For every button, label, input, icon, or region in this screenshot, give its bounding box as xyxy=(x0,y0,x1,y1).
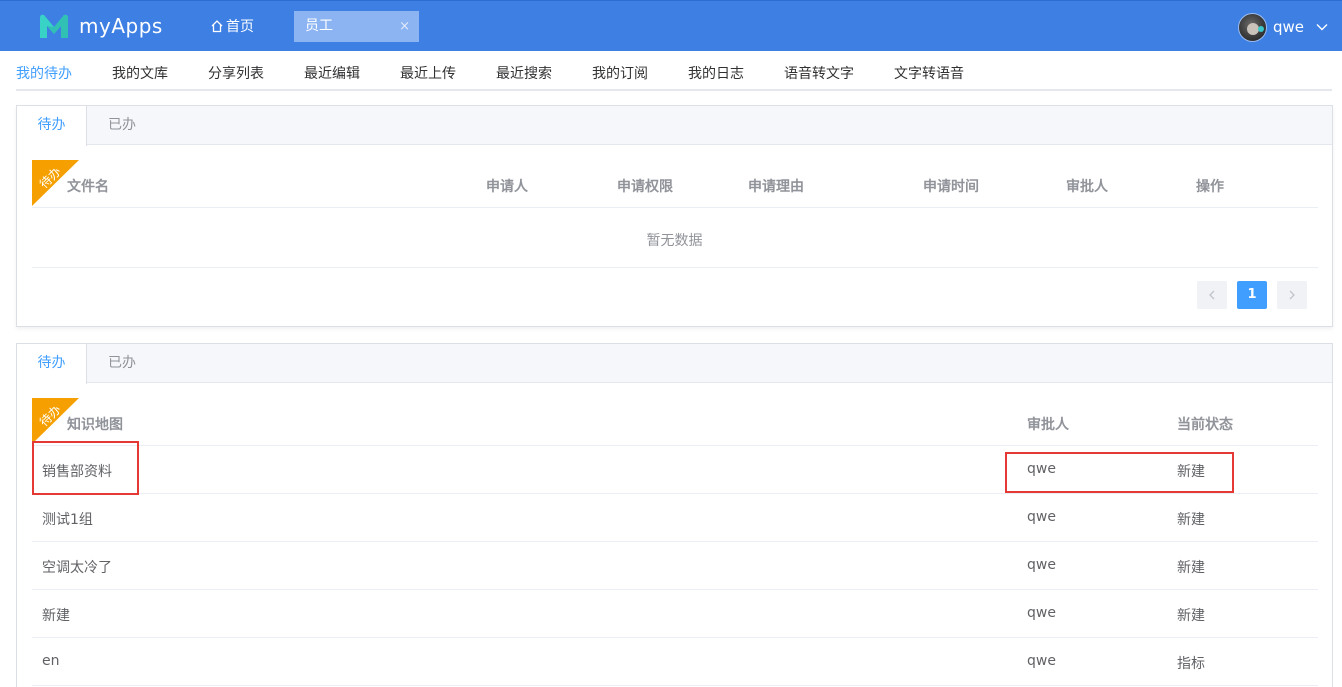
tab-done[interactable]: 已办 xyxy=(87,344,157,383)
next-page-button[interactable] xyxy=(1277,281,1307,309)
row-name[interactable]: 空调太冷了 xyxy=(42,557,112,577)
close-icon[interactable]: × xyxy=(399,11,410,42)
chevron-left-icon xyxy=(1209,290,1215,300)
open-tab-label: 员工 xyxy=(305,18,333,34)
username: qwe xyxy=(1272,18,1304,36)
col-request-time: 申请时间 xyxy=(923,179,979,195)
nav-item-my-subscriptions[interactable]: 我的订阅 xyxy=(592,63,648,83)
col-applicant: 申请人 xyxy=(486,179,528,195)
col-reason: 申请理由 xyxy=(748,179,804,195)
page-number-current[interactable]: 1 xyxy=(1237,281,1267,309)
row-approver: qwe xyxy=(1027,557,1056,573)
table-bottom-divider xyxy=(32,267,1318,268)
highlight-box-name xyxy=(32,441,139,495)
nav-item-speech-to-text[interactable]: 语音转文字 xyxy=(784,63,854,83)
col-file-name: 文件名 xyxy=(67,179,109,195)
nav-item-my-library[interactable]: 我的文库 xyxy=(112,63,168,83)
tab-done[interactable]: 已办 xyxy=(87,106,157,145)
row-approver: qwe xyxy=(1027,653,1056,669)
nav-item-my-todo[interactable]: 我的待办 xyxy=(16,63,72,83)
col-approver: 审批人 xyxy=(1066,179,1108,195)
nav-item-text-to-speech[interactable]: 文字转语音 xyxy=(894,63,964,83)
empty-text: 暂无数据 xyxy=(646,233,703,249)
header-divider xyxy=(32,445,1318,446)
row-status: 新建 xyxy=(1177,608,1205,624)
row-divider xyxy=(32,589,1318,590)
nav-item-recent-edit[interactable]: 最近编辑 xyxy=(304,63,360,83)
row-approver: qwe xyxy=(1027,605,1056,621)
app-logo[interactable]: myApps xyxy=(38,12,163,40)
avatar xyxy=(1237,12,1267,42)
tab-todo[interactable]: 待办 xyxy=(17,106,87,146)
row-divider xyxy=(32,685,1318,686)
card-tabs: 待办 已办 xyxy=(17,106,1332,146)
secondary-nav: 我的待办 我的文库 分享列表 最近编辑 最近上传 最近搜索 我的订阅 我的日志 … xyxy=(16,52,1332,91)
chevron-down-icon xyxy=(1316,24,1328,31)
tab-todo[interactable]: 待办 xyxy=(17,344,87,384)
row-divider xyxy=(32,541,1318,542)
row-name[interactable]: en xyxy=(42,653,60,669)
home-link[interactable]: 首页 xyxy=(210,16,254,36)
open-tab-employee[interactable]: 员工 × xyxy=(294,11,419,42)
chevron-right-icon xyxy=(1289,290,1295,300)
row-divider xyxy=(32,637,1318,638)
row-name[interactable]: 测试1组 xyxy=(42,509,93,529)
header-divider xyxy=(32,207,1318,208)
home-icon xyxy=(211,20,223,33)
row-approver: qwe xyxy=(1027,509,1056,525)
nav-item-recent-search[interactable]: 最近搜索 xyxy=(496,63,552,83)
nav-item-my-log[interactable]: 我的日志 xyxy=(688,63,744,83)
home-label: 首页 xyxy=(226,19,254,35)
col-approver: 审批人 xyxy=(1027,417,1069,433)
permission-requests-card: 待办 已办 待办 文件名 申请人 申请权限 申请理由 申请时间 审批人 操作 暂… xyxy=(16,105,1333,327)
prev-page-button[interactable] xyxy=(1197,281,1227,309)
app-name: myApps xyxy=(79,14,163,38)
knowledge-map-card: 待办 已办 待办 知识地图 审批人 当前状态 销售部资料 qwe 新建 测试1组… xyxy=(16,343,1333,687)
row-status: 新建 xyxy=(1177,560,1205,576)
col-current-status: 当前状态 xyxy=(1177,417,1233,433)
nav-item-recent-upload[interactable]: 最近上传 xyxy=(400,63,456,83)
row-status: 指标 xyxy=(1177,656,1205,672)
row-divider xyxy=(32,493,1318,494)
row-name[interactable]: 新建 xyxy=(42,605,70,625)
col-permission: 申请权限 xyxy=(617,179,673,195)
col-actions: 操作 xyxy=(1196,179,1224,195)
user-menu[interactable]: qwe xyxy=(1237,12,1328,42)
row-status: 新建 xyxy=(1177,512,1205,528)
card-tabs: 待办 已办 xyxy=(17,344,1332,384)
top-bar: myApps 首页 员工 × qwe xyxy=(0,0,1342,51)
nav-item-share-list[interactable]: 分享列表 xyxy=(208,63,264,83)
logo-m-icon xyxy=(40,14,68,39)
col-knowledge-map: 知识地图 xyxy=(67,417,123,433)
highlight-box-approver-status xyxy=(1005,452,1234,493)
